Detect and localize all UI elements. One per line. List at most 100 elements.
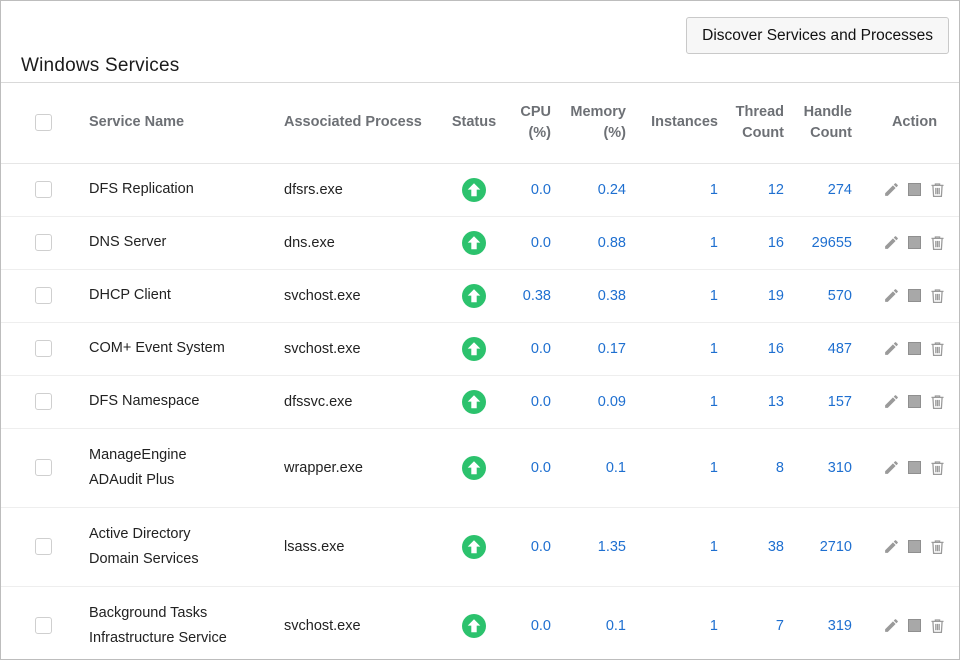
status-badge xyxy=(448,231,500,255)
table-row: Background Tasks Infrastructure Service … xyxy=(1,586,959,660)
col-header-instances: Instances xyxy=(628,83,720,163)
stop-square-icon xyxy=(908,395,921,408)
col-header-memory: Memory (%) xyxy=(553,83,628,163)
stop-button[interactable] xyxy=(908,619,921,632)
table-row: DNS Server dns.exe 0.0 0.88 1 16 29655 xyxy=(1,216,959,269)
delete-button[interactable] xyxy=(929,340,946,358)
handle-count-value: 274 xyxy=(786,163,854,216)
status-badge xyxy=(448,535,500,559)
memory-value: 1.35 xyxy=(553,507,628,586)
memory-value: 0.1 xyxy=(553,428,628,507)
status-up-circle-icon xyxy=(462,614,486,638)
row-checkbox[interactable] xyxy=(35,340,52,357)
stop-button[interactable] xyxy=(908,183,921,196)
row-checkbox[interactable] xyxy=(35,234,52,251)
cpu-value: 0.0 xyxy=(500,163,553,216)
row-checkbox[interactable] xyxy=(35,617,52,634)
handle-count-value: 157 xyxy=(786,375,854,428)
trash-icon xyxy=(929,340,946,358)
edit-button[interactable] xyxy=(883,181,900,198)
pencil-icon xyxy=(883,234,900,251)
trash-icon xyxy=(929,538,946,556)
row-checkbox[interactable] xyxy=(35,393,52,410)
service-name-cell: Background Tasks Infrastructure Service xyxy=(71,586,266,660)
delete-button[interactable] xyxy=(929,617,946,635)
handle-count-value: 310 xyxy=(786,428,854,507)
col-header-service-name: Service Name xyxy=(71,83,266,163)
instances-value: 1 xyxy=(628,216,720,269)
delete-button[interactable] xyxy=(929,393,946,411)
row-actions xyxy=(870,538,959,556)
status-up-circle-icon xyxy=(462,337,486,361)
memory-value: 0.24 xyxy=(553,163,628,216)
stop-button[interactable] xyxy=(908,342,921,355)
edit-button[interactable] xyxy=(883,340,900,357)
thread-count-value: 38 xyxy=(720,507,786,586)
table-header-row: Service Name Associated Process Status C… xyxy=(1,83,959,163)
associated-process-cell: lsass.exe xyxy=(266,507,448,586)
pencil-icon xyxy=(883,287,900,304)
edit-button[interactable] xyxy=(883,234,900,251)
stop-square-icon xyxy=(908,619,921,632)
stop-button[interactable] xyxy=(908,461,921,474)
cpu-value: 0.0 xyxy=(500,586,553,660)
edit-button[interactable] xyxy=(883,393,900,410)
row-checkbox[interactable] xyxy=(35,287,52,304)
windows-services-panel: Windows Services Discover Services and P… xyxy=(0,0,960,660)
stop-button[interactable] xyxy=(908,395,921,408)
instances-value: 1 xyxy=(628,375,720,428)
service-name-cell: DFS Replication xyxy=(71,163,266,216)
row-actions xyxy=(870,340,959,358)
thread-count-value: 12 xyxy=(720,163,786,216)
pencil-icon xyxy=(883,538,900,555)
trash-icon xyxy=(929,234,946,252)
associated-process-cell: svchost.exe xyxy=(266,586,448,660)
services-table: Service Name Associated Process Status C… xyxy=(1,83,959,660)
table-row: COM+ Event System svchost.exe 0.0 0.17 1… xyxy=(1,322,959,375)
col-header-status: Status xyxy=(448,83,500,163)
status-badge xyxy=(448,178,500,202)
row-checkbox[interactable] xyxy=(35,538,52,555)
thread-count-value: 8 xyxy=(720,428,786,507)
delete-button[interactable] xyxy=(929,538,946,556)
stop-button[interactable] xyxy=(908,289,921,302)
edit-button[interactable] xyxy=(883,617,900,634)
status-up-circle-icon xyxy=(462,284,486,308)
pencil-icon xyxy=(883,181,900,198)
memory-value: 0.38 xyxy=(553,269,628,322)
delete-button[interactable] xyxy=(929,287,946,305)
memory-value: 0.17 xyxy=(553,322,628,375)
stop-square-icon xyxy=(908,236,921,249)
status-badge xyxy=(448,390,500,414)
status-badge xyxy=(448,337,500,361)
memory-value: 0.1 xyxy=(553,586,628,660)
service-name-cell: DHCP Client xyxy=(71,269,266,322)
col-header-cpu: CPU (%) xyxy=(500,83,553,163)
edit-button[interactable] xyxy=(883,287,900,304)
delete-button[interactable] xyxy=(929,181,946,199)
table-row: Active Directory Domain Services lsass.e… xyxy=(1,507,959,586)
discover-services-button[interactable]: Discover Services and Processes xyxy=(686,17,949,54)
table-row: DFS Namespace dfssvc.exe 0.0 0.09 1 13 1… xyxy=(1,375,959,428)
status-up-circle-icon xyxy=(462,231,486,255)
row-actions xyxy=(870,393,959,411)
row-checkbox[interactable] xyxy=(35,459,52,476)
trash-icon xyxy=(929,393,946,411)
row-actions xyxy=(870,234,959,252)
stop-square-icon xyxy=(908,183,921,196)
edit-button[interactable] xyxy=(883,538,900,555)
memory-value: 0.88 xyxy=(553,216,628,269)
page-title: Windows Services xyxy=(21,55,179,77)
instances-value: 1 xyxy=(628,586,720,660)
row-checkbox[interactable] xyxy=(35,181,52,198)
handle-count-value: 319 xyxy=(786,586,854,660)
col-header-thread-count: Thread Count xyxy=(720,83,786,163)
stop-button[interactable] xyxy=(908,540,921,553)
stop-button[interactable] xyxy=(908,236,921,249)
delete-button[interactable] xyxy=(929,459,946,477)
instances-value: 1 xyxy=(628,428,720,507)
select-all-checkbox[interactable] xyxy=(35,114,52,131)
status-badge xyxy=(448,614,500,638)
delete-button[interactable] xyxy=(929,234,946,252)
edit-button[interactable] xyxy=(883,459,900,476)
